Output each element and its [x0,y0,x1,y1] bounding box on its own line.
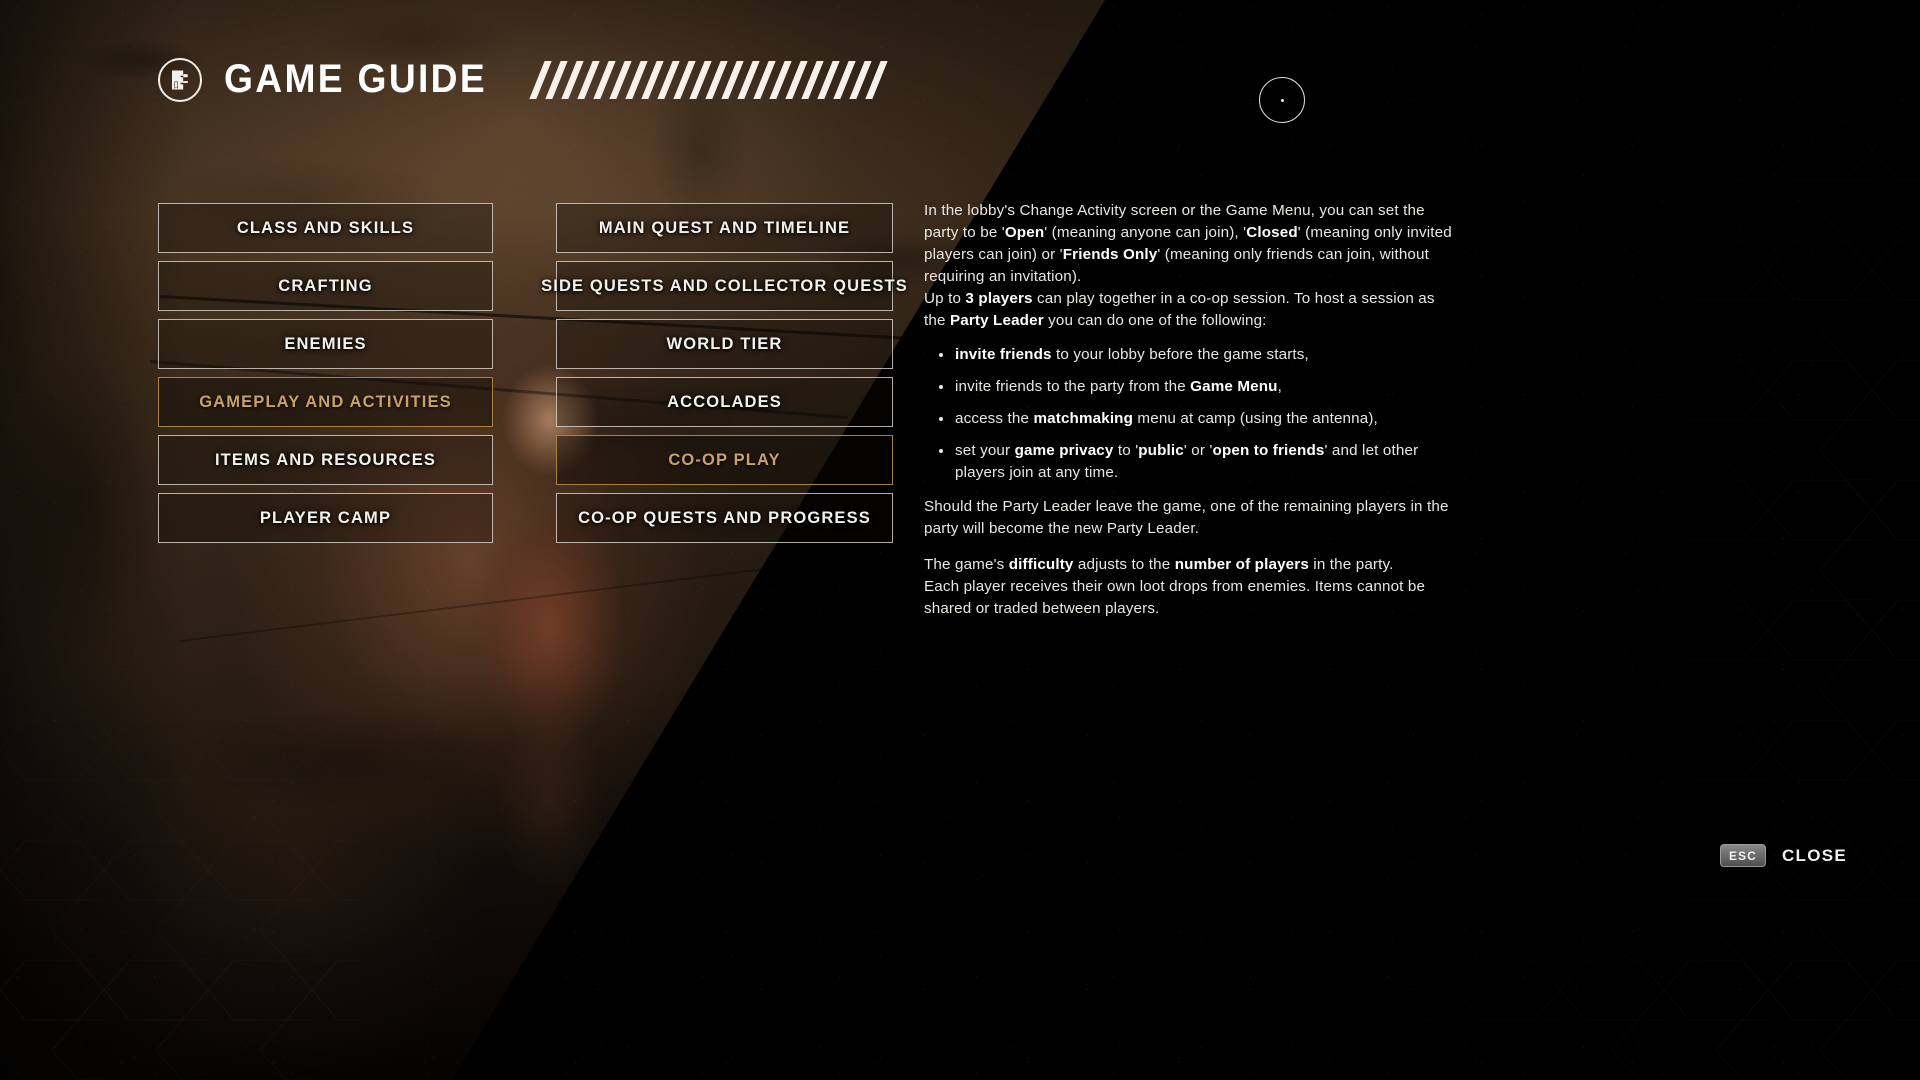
guide-menu-item[interactable]: ITEMS AND RESOURCES [158,435,493,485]
guide-menu-item[interactable]: CLASS AND SKILLS [158,203,493,253]
page-title: GAME GUIDE [224,57,488,101]
page-header: GAME GUIDE [158,57,888,102]
paragraph-leader-handover: Should the Party Leader leave the game, … [924,498,1449,537]
paragraph-difficulty: The game's difficulty adjusts to the num… [924,556,1394,573]
guide-menu-item[interactable]: WORLD TIER [556,319,893,369]
paragraph-loot: Each player receives their own loot drop… [924,578,1426,617]
guide-menu-item[interactable]: ACCOLADES [556,377,893,427]
esc-key-badge: ESC [1719,844,1766,867]
list-item: access the matchmaking menu at camp (usi… [939,408,1456,430]
guide-menu-column-left: CLASS AND SKILLS CRAFTING ENEMIES GAMEPLAY … [158,203,493,543]
paragraph-party-hosting: Up to 3 players can play together in a c… [924,290,1435,329]
guide-menu-item[interactable]: CO-OP QUESTS AND PROGRESS [556,493,893,543]
guide-menu-item[interactable]: SIDE QUESTS AND COLLECTOR QUESTS [541,261,907,311]
guide-menu-item[interactable]: MAIN QUEST AND TIMELINE [556,203,893,253]
hosting-options-list: invite friends to your lobby before the … [924,344,1456,484]
close-hint[interactable]: ESC CLOSE [1719,844,1847,867]
paragraph-party-privacy: In the lobby's Change Activity screen or… [924,202,1452,285]
list-item: invite friends to your lobby before the … [939,344,1456,366]
guide-category-menu: CLASS AND SKILLS CRAFTING ENEMIES GAMEPLAY … [158,203,907,543]
guide-menu-item[interactable]: CRAFTING [158,261,493,311]
list-item: set your game privacy to 'public' or 'op… [939,440,1456,484]
guide-article-content: In the lobby's Change Activity screen or… [924,200,1456,620]
guide-book-icon [158,57,202,102]
close-label: CLOSE [1781,845,1847,865]
cursor-reticle-icon [1259,77,1305,123]
header-hash-marks [529,58,888,102]
reticle-center-dot [1280,98,1284,102]
guide-menu-item[interactable]: GAMEPLAY AND ACTIVITIES [158,377,493,427]
guide-menu-item[interactable]: PLAYER CAMP [158,493,493,543]
guide-menu-column-right: MAIN QUEST AND TIMELINE SIDE QUESTS AND C… [541,203,907,543]
guide-menu-item[interactable]: CO-OP PLAY [556,435,893,485]
guide-menu-item[interactable]: ENEMIES [158,319,493,369]
game-guide-screen: GAME GUIDE CLASS AND SKILLS CRAFTING ENEMI… [0,0,1920,1080]
list-item: invite friends to the party from the Gam… [939,376,1456,398]
